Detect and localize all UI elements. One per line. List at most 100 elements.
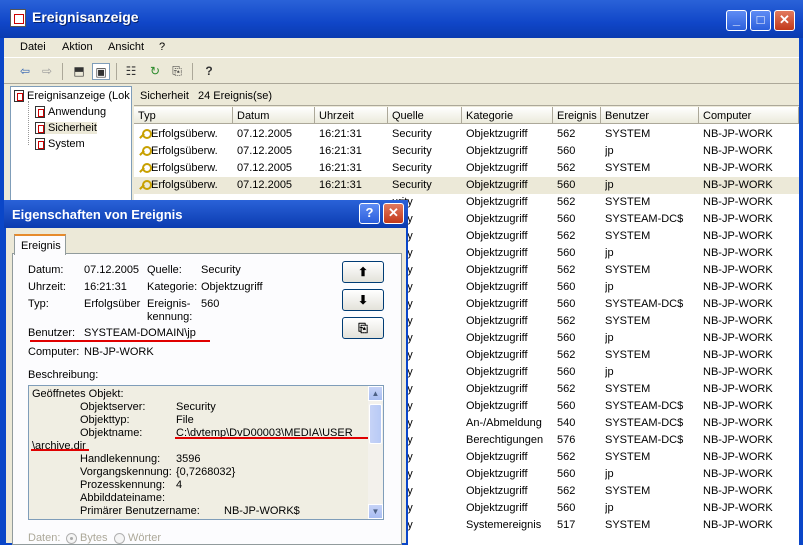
woerter-radio[interactable]: Wörter: [114, 532, 161, 544]
table-cell: NB-JP-WORK: [703, 162, 773, 174]
menu-aktion[interactable]: Aktion: [62, 41, 93, 53]
previous-event-button[interactable]: ⬆: [342, 261, 384, 283]
desc-label: Objekttyp:: [80, 414, 130, 426]
menu-bar: Datei Aktion Ansicht ?: [4, 38, 799, 58]
table-cell: Objektzugriff: [466, 366, 528, 378]
table-cell: NB-JP-WORK: [703, 145, 773, 157]
table-cell: Objektzugriff: [466, 230, 528, 242]
column-header-uhrzeit[interactable]: Uhrzeit: [315, 107, 388, 124]
table-cell: 16:21:31: [319, 179, 362, 191]
menu-help[interactable]: ?: [159, 41, 165, 53]
table-cell: NB-JP-WORK: [703, 485, 773, 497]
up-folder-icon[interactable]: ⬒: [70, 63, 88, 80]
bytes-label: Bytes: [80, 532, 108, 544]
column-header-ereignis[interactable]: Ereignis: [553, 107, 601, 124]
toolbar-separator: [192, 63, 193, 80]
table-row[interactable]: Erfolgsüberw. 07.12.2005 16:21:31 Security O…: [134, 126, 799, 143]
table-cell: 07.12.2005: [237, 128, 293, 140]
red-underline: [175, 437, 371, 439]
desc-label: Vorgangskennung:: [80, 466, 172, 478]
table-cell: NB-JP-WORK: [703, 281, 773, 293]
close-button[interactable]: ✕: [774, 10, 795, 31]
table-cell: 07.12.2005: [237, 179, 293, 191]
column-header-datum[interactable]: Datum: [233, 107, 315, 124]
table-cell: SYSTEAM-DC$: [605, 400, 684, 412]
table-row[interactable]: Erfolgsüberw. 07.12.2005 16:21:31 Security O…: [134, 160, 799, 177]
table-cell: 560: [557, 400, 576, 412]
desc-line: Geöffnetes Objekt:: [32, 388, 124, 400]
description-box[interactable]: Geöffnetes Objekt: Objektserver: Securit…: [28, 385, 384, 520]
table-cell: Objektzugriff: [466, 179, 528, 191]
next-event-button[interactable]: ⬇: [342, 289, 384, 311]
dialog-title-bar[interactable]: Eigenschaften von Ereignis: [4, 200, 408, 228]
benutzer-value: SYSTEAM-DOMAIN\jp: [84, 327, 196, 339]
toolbar: ⇦ ⇨ ⬒ ▣ ☷ ↻ ⎘ ?: [4, 59, 799, 84]
table-cell: Objektzugriff: [466, 349, 528, 361]
show-hide-tree-icon[interactable]: ▣: [92, 63, 110, 80]
properties-icon[interactable]: ☷: [122, 63, 140, 80]
column-header-kategorie[interactable]: Kategorie: [462, 107, 553, 124]
audit-success-key-icon: [138, 162, 152, 174]
help-icon[interactable]: ?: [200, 63, 218, 80]
dialog-help-button[interactable]: ?: [359, 203, 380, 224]
desc-label: Objektname:: [80, 427, 143, 439]
tree-item-system[interactable]: System: [35, 138, 85, 151]
computer-value: NB-JP-WORK: [84, 346, 154, 358]
log-icon: [35, 138, 45, 151]
minimize-button[interactable]: _: [726, 10, 747, 31]
log-icon: [35, 122, 45, 135]
table-cell: SYSTEM: [605, 485, 651, 497]
table-row[interactable]: Erfolgsüberw. 07.12.2005 16:21:31 Security O…: [134, 143, 799, 160]
export-list-icon[interactable]: ⎘: [168, 63, 186, 80]
table-cell: SYSTEM: [605, 162, 651, 174]
table-cell: Objektzugriff: [466, 400, 528, 412]
scroll-up-icon[interactable]: ▲: [368, 386, 383, 401]
woerter-label: Wörter: [128, 532, 161, 544]
typ-text: Erfolgsüberw.: [151, 145, 218, 157]
column-header-typ[interactable]: Typ: [134, 107, 233, 124]
table-cell: 560: [557, 213, 576, 225]
tab-ereignis[interactable]: Ereignis: [14, 234, 66, 255]
back-icon[interactable]: ⇦: [16, 63, 34, 80]
table-cell: NB-JP-WORK: [703, 451, 773, 463]
forward-icon[interactable]: ⇨: [38, 63, 56, 80]
table-cell: 16:21:31: [319, 128, 362, 140]
tree-item-anwendung[interactable]: Anwendung: [35, 106, 107, 119]
table-cell: NB-JP-WORK: [703, 332, 773, 344]
table-cell: NB-JP-WORK: [703, 417, 773, 429]
audit-success-key-icon: [138, 128, 152, 140]
table-cell: SYSTEM: [605, 349, 651, 361]
main-title-bar[interactable]: Ereignisanzeige _ □ ✕: [0, 0, 803, 38]
dialog-close-button[interactable]: ✕: [383, 203, 404, 224]
copy-button[interactable]: ⎘: [342, 317, 384, 339]
table-cell: SYSTEM: [605, 451, 651, 463]
scroll-down-icon[interactable]: ▼: [368, 504, 383, 519]
maximize-button[interactable]: □: [750, 10, 771, 31]
tree-root[interactable]: Ereignisanzeige (Lok: [14, 90, 130, 103]
column-header-quelle[interactable]: Quelle: [388, 107, 462, 124]
column-header-benutzer[interactable]: Benutzer: [601, 107, 699, 124]
bytes-radio[interactable]: Bytes: [66, 532, 108, 544]
table-cell: 576: [557, 434, 576, 446]
tree-item-sicherheit[interactable]: Sicherheit: [35, 122, 97, 135]
menu-ansicht[interactable]: Ansicht: [108, 41, 144, 53]
table-cell: 16:21:31: [319, 162, 362, 174]
table-row[interactable]: Erfolgsüberw. 07.12.2005 16:21:31 Security O…: [134, 177, 799, 194]
column-header-computer[interactable]: Computer: [699, 107, 799, 124]
table-cell: NB-JP-WORK: [703, 383, 773, 395]
table-cell: Objektzugriff: [466, 485, 528, 497]
desc-value: {0,7268032}: [176, 466, 236, 478]
refresh-icon[interactable]: ↻: [146, 63, 164, 80]
table-cell: SYSTEAM-DC$: [605, 213, 684, 225]
menu-datei[interactable]: Datei: [20, 41, 46, 53]
table-cell: NB-JP-WORK: [703, 247, 773, 259]
audit-success-key-icon: [138, 179, 152, 191]
table-cell: jp: [605, 468, 614, 480]
scroll-thumb[interactable]: [369, 404, 382, 444]
table-cell: Erfolgsüberw.: [138, 128, 233, 140]
tree-item-label: Anwendung: [48, 106, 107, 118]
table-cell: 562: [557, 315, 576, 327]
kennung-label-1: Ereignis-: [147, 298, 191, 310]
typ-text: Erfolgsüberw.: [151, 162, 218, 174]
desc-label: Prozesskennung:: [80, 479, 165, 491]
